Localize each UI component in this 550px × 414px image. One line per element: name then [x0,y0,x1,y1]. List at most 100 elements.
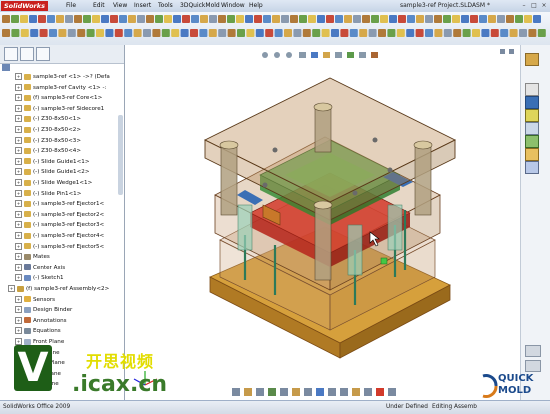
toolbar-button[interactable] [321,29,330,37]
expand-icon[interactable]: + [15,147,22,155]
expand-icon[interactable]: + [15,274,22,282]
menu-3dquickmold[interactable]: 3DQuickMold [180,0,220,12]
toolbar-button[interactable] [209,15,217,23]
toolbar-button[interactable] [77,29,86,37]
toolbar-button[interactable] [74,15,82,23]
tree-item[interactable]: + (-) Z30-8x50<4> [15,147,81,156]
tree-item[interactable]: + Annotations [15,316,67,326]
toolbar-button[interactable] [362,15,370,23]
toolbar-button[interactable] [299,15,307,23]
toolbar-button[interactable] [137,15,145,23]
expand-icon[interactable]: + [15,168,22,176]
toolbar-button[interactable] [368,29,377,37]
tree-item[interactable]: + (-) Sketch1 [15,274,64,283]
tree-item[interactable]: + (-) Slide Wedge1<1> [15,179,92,188]
expand-icon[interactable]: + [15,253,22,261]
expand-icon[interactable]: + [15,126,22,133]
toolbar-button[interactable] [302,29,311,37]
tree-item[interactable]: + (f) sample3-ref Assembly<2> [8,285,109,294]
toolbar-button[interactable] [180,29,189,37]
expand-icon[interactable]: + [15,306,22,314]
toolbar-button[interactable] [406,29,415,37]
toolbar-button[interactable] [416,15,424,23]
toolbar-button[interactable] [389,15,397,23]
toolbar-button[interactable] [425,15,433,23]
toolbar-button[interactable] [461,15,469,23]
expand-icon[interactable]: + [15,221,22,229]
close-icon[interactable]: × [540,2,548,9]
expand-icon[interactable]: + [15,263,22,271]
toolbar-button[interactable] [20,15,28,23]
tree-item[interactable]: + (-) sample3-ref Sidecore1 [15,104,104,114]
toolbar-button[interactable] [434,15,442,23]
toolbar-button[interactable] [47,15,55,23]
toolbar-button[interactable] [537,29,546,37]
toolbar-button[interactable] [182,15,190,23]
toolbar-button[interactable] [56,15,64,23]
toolbar-button[interactable] [274,29,283,37]
toolbar-button[interactable] [218,29,227,37]
graphics-viewport[interactable] [125,45,520,400]
toolbar-button[interactable] [161,29,170,37]
toolbar-button[interactable] [2,15,10,23]
toolbar-button[interactable] [284,29,292,37]
toolbar-button[interactable] [124,29,133,37]
toolbar-button[interactable] [236,15,244,23]
toolbar-button[interactable] [110,15,118,23]
expand-icon[interactable]: + [15,94,22,102]
menu-insert[interactable]: Insert [134,0,151,12]
toolbar-button[interactable] [272,15,280,23]
toolbar-button[interactable] [171,29,180,37]
toolbar-button[interactable] [265,29,274,37]
expand-icon[interactable]: + [15,338,22,345]
toolbar-button[interactable] [114,29,123,37]
toolbar-button[interactable] [398,15,406,23]
toolbar-button[interactable] [218,15,226,23]
expand-icon[interactable]: + [15,242,22,250]
toolbar-button[interactable] [173,15,181,23]
tree-item[interactable]: + Equations [15,327,61,336]
toolbar-button[interactable] [387,29,396,37]
toolbar-button[interactable] [293,29,302,37]
expand-icon[interactable]: + [15,115,22,123]
toolbar-button[interactable] [2,29,10,37]
toolbar-button[interactable] [470,15,478,23]
toolbar-button[interactable] [533,15,541,23]
expand-icon[interactable]: + [15,104,22,112]
menu-view[interactable]: View [113,0,127,12]
search-icon[interactable] [525,122,539,135]
toolbar-button[interactable] [340,29,349,37]
toolbar-button[interactable] [472,29,480,37]
toolbar-button[interactable] [490,29,499,37]
expand-icon[interactable]: + [15,136,22,144]
toolbar-button[interactable] [200,15,208,23]
tree-item[interactable]: + (-) Slide Pin1<1> [15,189,81,199]
toolbar-button[interactable] [11,15,19,23]
toolbar-button[interactable] [119,15,127,23]
home-icon[interactable] [525,53,539,66]
toolbar-button[interactable] [133,29,142,37]
toolbar-button[interactable] [246,29,255,37]
toolbar-button[interactable] [105,29,114,37]
expand-icon[interactable]: + [15,200,22,208]
toolbar-button[interactable] [479,15,487,23]
toolbar-button[interactable] [312,29,321,37]
expand-icon[interactable]: + [15,73,22,80]
menu-tools[interactable]: Tools [158,0,173,12]
property-tab[interactable] [20,47,34,61]
toolbar-button[interactable] [349,29,358,37]
config-tab[interactable] [36,47,50,61]
toolbar-button[interactable] [371,15,379,23]
tree-item[interactable]: + Mates [15,253,50,262]
tree-item[interactable]: + (-) Z30-8x50<2> [15,126,81,135]
toolbar-button[interactable] [500,29,509,37]
tree-item[interactable]: + sample3-ref Cavity <1> -: [15,83,106,93]
design-library-icon[interactable] [525,96,539,109]
tree-item[interactable]: + (-) Z30-8x50<1> [15,115,81,124]
toolbar-button[interactable] [29,15,37,23]
toolbar-button[interactable] [407,15,415,23]
toolbar-button[interactable] [30,29,39,37]
filter-icon[interactable] [2,64,10,71]
toolbar-button[interactable] [11,29,20,37]
toolbar-button[interactable] [263,15,271,23]
